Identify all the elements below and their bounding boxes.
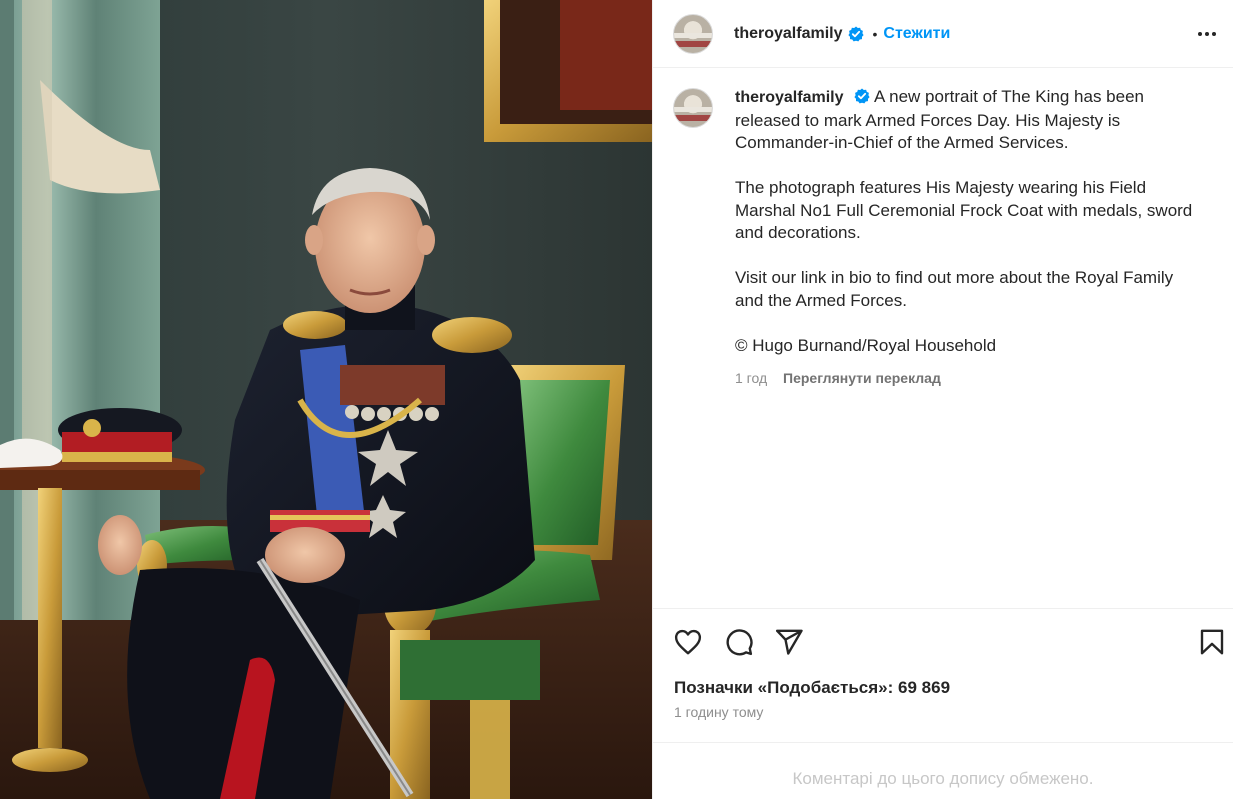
comments-limited-notice: Коментарі до цього допису обмежено.: [653, 742, 1233, 799]
paper-plane-icon[interactable]: [774, 627, 804, 657]
verified-badge-icon: [854, 88, 870, 104]
verified-badge-icon: [848, 26, 865, 41]
likes-count[interactable]: Позначки «Подобається»: 69 869: [674, 678, 950, 698]
bookmark-icon[interactable]: [1197, 627, 1227, 657]
caption: theroyalfamily A new portrait of The Kin…: [735, 86, 1203, 389]
caption-username[interactable]: theroyalfamily: [735, 89, 843, 106]
comment-icon[interactable]: [724, 627, 754, 657]
avatar[interactable]: [673, 13, 713, 54]
post-timestamp[interactable]: 1 годину тому: [674, 704, 763, 720]
follow-button[interactable]: Стежити: [883, 25, 950, 43]
caption-avatar[interactable]: [673, 88, 713, 128]
see-translation-button[interactable]: Переглянути переклад: [783, 370, 941, 386]
username-link[interactable]: theroyalfamily: [734, 25, 842, 43]
caption-paragraph-1: theroyalfamily A new portrait of The Kin…: [735, 86, 1203, 155]
caption-age: 1 год: [735, 369, 768, 386]
post-panel: theroyalfamily • Стежити theroyalfamily …: [652, 0, 1233, 799]
portrait-illustration: [0, 0, 652, 799]
more-options-icon[interactable]: [1195, 22, 1219, 46]
separator-dot: •: [872, 25, 878, 42]
caption-meta: 1 год Переглянути переклад: [735, 367, 1203, 390]
caption-paragraph-2: The photograph features His Majesty wear…: [735, 178, 1193, 242]
post-image[interactable]: [0, 0, 652, 799]
caption-section: theroyalfamily A new portrait of The Kin…: [673, 86, 1215, 389]
post-header: theroyalfamily • Стежити: [653, 0, 1233, 68]
caption-paragraph-3: Visit our link in bio to find out more a…: [735, 268, 1174, 310]
action-bar: [653, 608, 1233, 674]
heart-icon[interactable]: [673, 627, 703, 657]
caption-paragraph-4: © Hugo Burnand/Royal Household: [735, 335, 997, 355]
